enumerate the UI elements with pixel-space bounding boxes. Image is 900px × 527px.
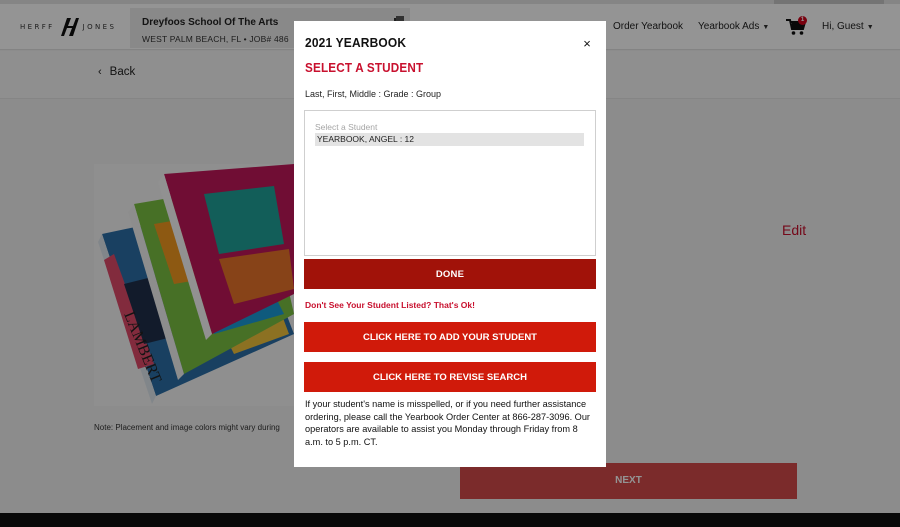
close-icon[interactable]: × (580, 37, 594, 51)
select-student-modal: 2021 YEARBOOK × SELECT A STUDENT Last, F… (294, 21, 606, 467)
format-hint: Last, First, Middle : Grade : Group (305, 89, 442, 99)
student-listbox[interactable]: Select a Student YEARBOOK, ANGEL : 12 (304, 110, 596, 256)
student-option[interactable]: YEARBOOK, ANGEL : 12 (315, 133, 584, 146)
add-student-button[interactable]: CLICK HERE TO ADD YOUR STUDENT (304, 322, 596, 352)
modal-title: 2021 YEARBOOK (305, 35, 407, 50)
revise-search-button[interactable]: CLICK HERE TO REVISE SEARCH (304, 362, 596, 392)
done-button[interactable]: DONE (304, 259, 596, 289)
modal-subtitle: SELECT A STUDENT (305, 60, 424, 75)
missing-student-prompt: Don't See Your Student Listed? That's Ok… (305, 300, 475, 310)
listbox-placeholder: Select a Student (315, 122, 378, 132)
assistance-info-text: If your student's name is misspelled, or… (305, 399, 590, 447)
